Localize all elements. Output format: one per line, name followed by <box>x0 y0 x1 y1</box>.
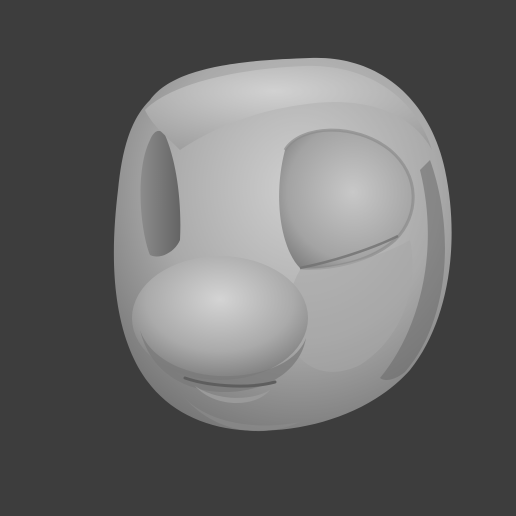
sculpt-render <box>113 57 452 432</box>
3d-viewport[interactable] <box>0 0 516 516</box>
